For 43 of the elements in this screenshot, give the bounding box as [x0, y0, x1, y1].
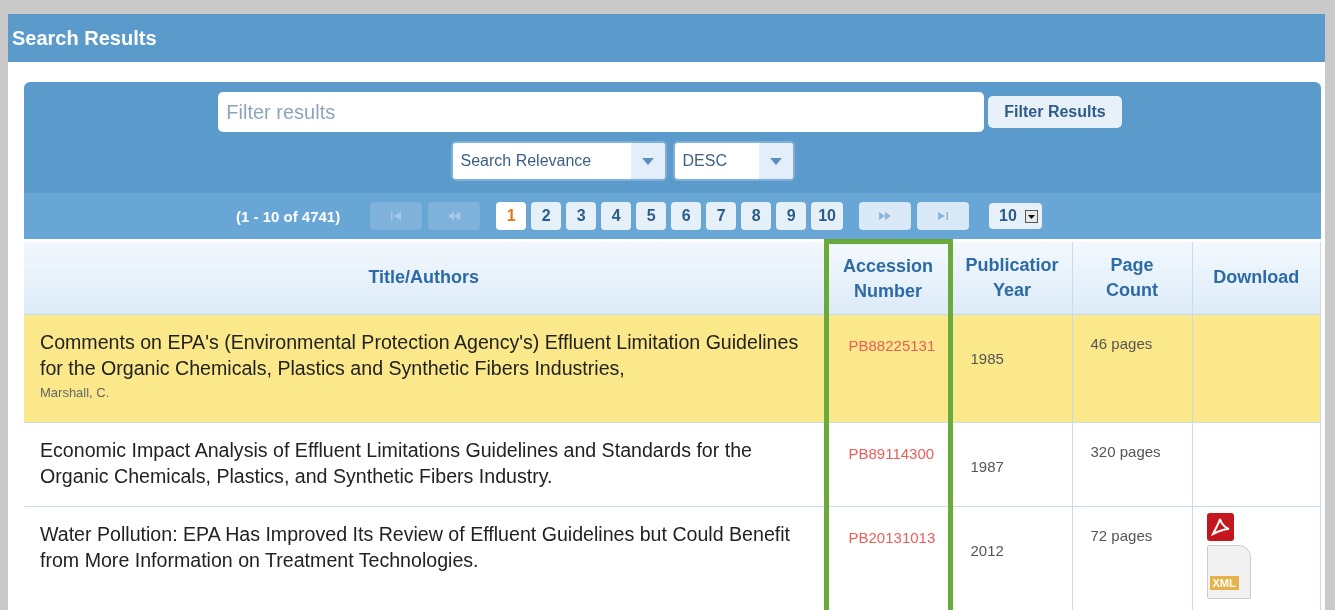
sort-field-dropdown[interactable]: Search Relevance: [450, 141, 667, 181]
caret-icon: [1024, 209, 1038, 223]
page-button[interactable]: 5: [636, 202, 667, 230]
page-button[interactable]: 9: [776, 202, 807, 230]
year-cell: 2012: [970, 542, 1004, 559]
page-button[interactable]: 4: [601, 202, 632, 230]
page-button[interactable]: 7: [706, 202, 737, 230]
column-header[interactable]: Download: [1192, 241, 1321, 315]
year-cell: 1987: [970, 458, 1004, 475]
result-title[interactable]: Economic Impact Analysis of Effluent Limitations Guidelines and Standards for the Organic Chemicals, Plastics, and Synthetic Fibers Industry.: [40, 437, 806, 489]
filter-field[interactable]: Filter results: [218, 92, 985, 132]
caret-icon: [769, 157, 782, 165]
column-header[interactable]: Publicatior Year: [950, 241, 1072, 315]
author-name: Marshall, C.: [40, 385, 111, 400]
page-button[interactable]: 3: [566, 202, 597, 230]
page-button[interactable]: 10: [811, 202, 843, 230]
accession-link[interactable]: PB89114300: [848, 445, 935, 462]
result-title[interactable]: Comments on EPA's (Environmental Protection Agency's) Effluent Limitation Guidelines for the Organic Chemicals, Plastics and Synthetic Fibers Industries,: [40, 329, 806, 381]
year-cell: 1985: [970, 350, 1004, 367]
column-header[interactable]: Page Count: [1072, 241, 1192, 315]
last-page-button[interactable]: [917, 202, 969, 230]
last-icon: [937, 212, 949, 220]
page-button[interactable]: 2: [531, 202, 562, 230]
caret-icon: [641, 157, 654, 165]
result-title[interactable]: Water Pollution: EPA Has Improved Its Review of Effluent Guidelines but Could Benefit from More Information on Treatment Technologies.: [40, 521, 806, 573]
filter-button[interactable]: Filter Results: [988, 96, 1122, 128]
pdf-icon[interactable]: [1206, 513, 1234, 541]
page-button[interactable]: 8: [741, 202, 772, 230]
page-button[interactable]: 6: [671, 202, 702, 230]
page-count: 320 pages: [1090, 443, 1161, 460]
panel-title: Search Results: [12, 26, 157, 50]
column-header[interactable]: Title/Authors: [24, 241, 826, 315]
page-count: 46 pages: [1090, 335, 1153, 352]
per-page-dropdown[interactable]: 10: [989, 203, 1042, 229]
sort-order-dropdown[interactable]: DESC: [672, 141, 795, 181]
first-icon: [390, 212, 403, 220]
page-count: 72 pages: [1090, 527, 1153, 544]
result-count: (1 - 10 of 4741): [236, 207, 341, 225]
fast-forward-icon: [878, 212, 892, 220]
next-page-button[interactable]: [859, 202, 911, 230]
accession-link[interactable]: PB20131013: [848, 529, 936, 546]
rewind-icon: [447, 212, 462, 220]
column-header[interactable]: Accession Number: [826, 241, 950, 315]
